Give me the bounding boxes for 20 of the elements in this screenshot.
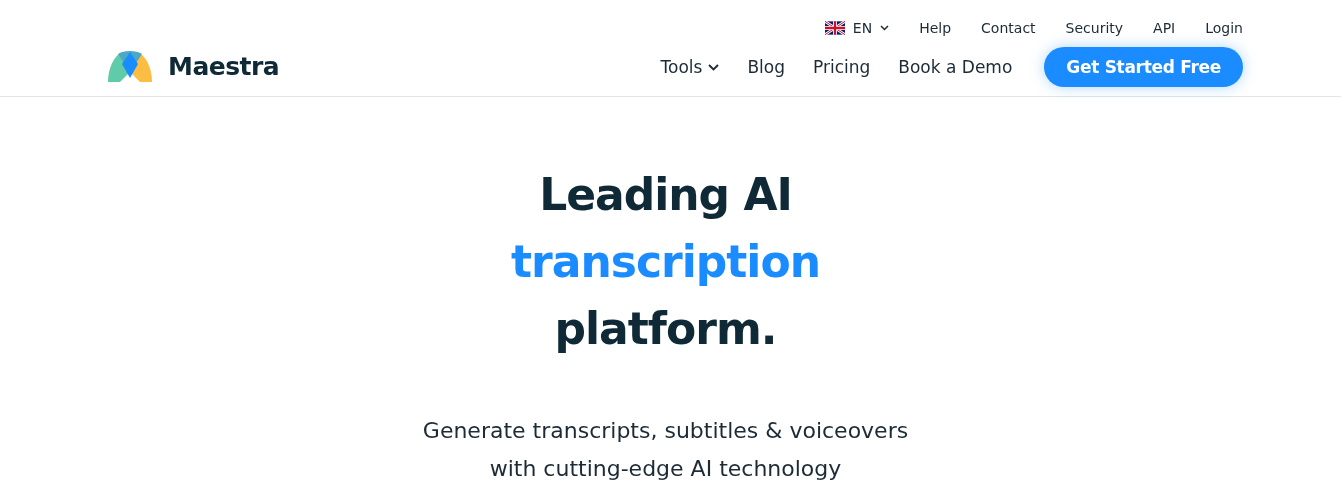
nav-link[interactable]: Blog [747,57,785,77]
top-link[interactable]: Help [919,20,952,36]
chevron-icon [708,63,720,71]
headline-text: transcription [511,235,820,289]
top-link[interactable]: API [1153,20,1176,36]
nav-dropdown[interactable]: Tools [660,57,720,77]
headline-text: platform. [554,302,777,356]
brand-name[interactable]: Maestra [168,51,280,81]
top-link[interactable]: Login [1205,20,1243,36]
logo-icon [106,48,154,84]
flag-icon [824,21,845,35]
chevron-icon [880,25,890,31]
nav-link[interactable]: Book a Demo [898,57,1013,77]
top-link[interactable]: Security [1065,20,1124,36]
subtitle-text: with cutting-edge AI technology [489,455,842,483]
nav-link[interactable]: Pricing [812,57,871,77]
headline-text: Leading AI [539,168,792,222]
subtitle-text: Generate transcripts, subtitles & voiceovers [422,417,909,445]
top-link[interactable]: Contact [981,20,1036,36]
language-selector[interactable]: EN [824,20,890,36]
